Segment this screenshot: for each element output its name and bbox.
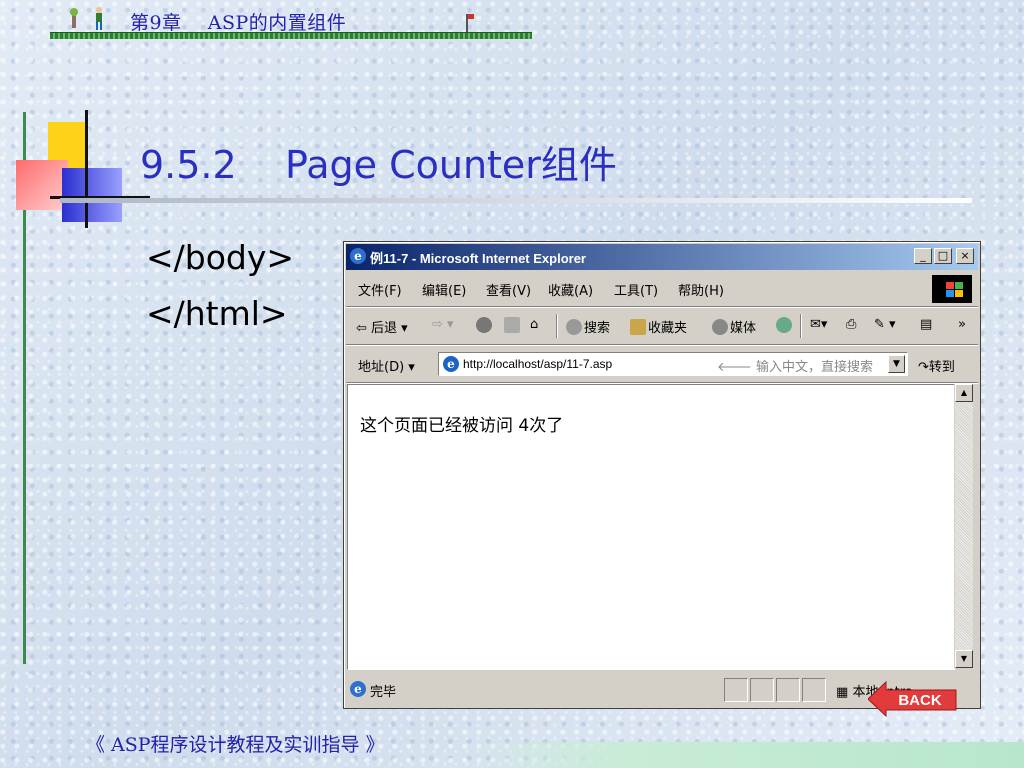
back-button[interactable]: BACK (867, 680, 958, 718)
refresh-icon (504, 317, 520, 333)
local-intranet-icon: ▦ (836, 685, 849, 700)
go-button[interactable]: ↷转到 (918, 356, 955, 375)
search-button-label: 搜索 (584, 321, 611, 336)
status-pane (802, 678, 826, 702)
header-grass-divider (50, 32, 532, 39)
toolbar-overflow-button[interactable]: » (958, 317, 966, 332)
title-underline (60, 198, 972, 203)
ie-app-icon: e (350, 248, 366, 264)
home-button[interactable]: ⌂ (530, 317, 538, 332)
menu-bar: 文件(F) 编辑(E) 查看(V) 收藏(A) 工具(T) 帮助(H) (346, 272, 978, 307)
stop-button[interactable] (476, 317, 494, 334)
golfer-icon (92, 6, 104, 32)
history-icon (776, 317, 792, 333)
discuss-icon: ▤ (920, 317, 933, 332)
code-line-html: </html> (146, 294, 288, 333)
home-icon: ⌂ (530, 317, 539, 332)
footer-book-title: 《 ASP程序设计教程及实训指导 》 (86, 734, 385, 756)
menu-view[interactable]: 查看(V) (486, 280, 531, 299)
menu-favorites[interactable]: 收藏(A) (548, 280, 593, 299)
browser-window: e 例11-7 - Microsoft Internet Explorer _ … (343, 241, 981, 709)
edit-icon: ✎ ▾ (874, 317, 896, 332)
mail-button[interactable]: ✉▾ (810, 317, 827, 332)
address-dropdown-button[interactable]: ▼ (888, 355, 905, 373)
discuss-button[interactable]: ▤ (920, 317, 932, 332)
menu-file[interactable]: 文件(F) (358, 280, 402, 299)
toolbar-separator (800, 314, 801, 338)
footer-green-bar (460, 742, 1024, 768)
media-button-label: 媒体 (730, 321, 757, 336)
address-url: http://localhost/asp/11-7.asp (463, 357, 613, 371)
window-title: 例11-7 - Microsoft Internet Explorer (370, 251, 586, 266)
scroll-down-button[interactable]: ▼ (955, 650, 973, 668)
media-button[interactable]: 媒体 (712, 317, 756, 336)
favorites-button-label: 收藏夹 (648, 321, 688, 336)
page-ie-icon: e (443, 356, 459, 372)
go-button-label: 转到 (928, 360, 955, 375)
search-button[interactable]: 搜索 (566, 317, 610, 336)
address-bar: 地址(D) ▾ e http://localhost/asp/11-7.asp … (346, 346, 978, 383)
status-ie-icon: e (350, 681, 366, 697)
code-line-body: </body> (146, 238, 295, 277)
address-input[interactable]: e http://localhost/asp/11-7.asp 🡐 输入中文，直… (438, 352, 908, 376)
favorites-icon (630, 319, 646, 335)
cross-vertical (85, 110, 88, 228)
menu-help[interactable]: 帮助(H) (678, 280, 724, 299)
address-label-text: 地址(D) (358, 360, 405, 375)
vertical-scrollbar[interactable]: ▲ ▼ (954, 384, 973, 668)
browser-titlebar[interactable]: e 例11-7 - Microsoft Internet Explorer _ … (346, 244, 978, 270)
search-icon (566, 319, 582, 335)
refresh-button[interactable] (504, 317, 522, 334)
favorites-button[interactable]: 收藏夹 (630, 317, 687, 336)
chapter-header: 第9章 ASP的内置组件 (130, 12, 347, 34)
menu-edit[interactable]: 编辑(E) (422, 280, 466, 299)
toolbar-separator (556, 314, 557, 338)
edit-button[interactable]: ✎ ▾ (874, 317, 896, 332)
media-icon (712, 319, 728, 335)
scroll-up-button[interactable]: ▲ (955, 384, 973, 402)
back-nav-button[interactable]: ⇦ 后退 ▾ (356, 317, 408, 336)
status-pane (724, 678, 748, 702)
print-button[interactable]: ⎙ (846, 317, 856, 332)
status-text: 完毕 (370, 685, 397, 700)
back-nav-label: ⇦ 后退 (356, 321, 398, 336)
slide-title: 9.5.2 Page Counter组件 (140, 143, 617, 187)
menu-tools[interactable]: 工具(T) (614, 280, 658, 299)
visit-count-text: 这个页面已经被访问 4次了 (360, 416, 564, 436)
mail-icon: ✉▾ (810, 317, 828, 332)
go-icon: ↷ (918, 360, 929, 375)
address-search-hint: 🡐 输入中文，直接搜索 (717, 360, 873, 375)
flag-icon (466, 14, 474, 32)
status-pane (776, 678, 800, 702)
blue-square (62, 168, 122, 222)
forward-button[interactable]: ⇨ ▾ (432, 317, 454, 332)
windows-logo-icon (932, 275, 972, 303)
status-pane (750, 678, 774, 702)
cartoon-figure-icon (68, 6, 80, 32)
history-button[interactable] (776, 317, 794, 334)
page-content: 这个页面已经被访问 4次了 (347, 384, 955, 670)
back-button-label: BACK (898, 692, 941, 709)
address-label[interactable]: 地址(D) ▾ (358, 356, 415, 375)
stop-icon (476, 317, 492, 333)
standard-toolbar: ⇦ 后退 ▾ ⇨ ▾ ⌂ 搜索 收藏夹 媒体 ✉▾ ⎙ ✎ ▾ ▤ » (346, 308, 978, 345)
close-button[interactable]: × (956, 248, 974, 264)
minimize-button[interactable]: _ (914, 248, 932, 264)
print-icon: ⎙ (846, 317, 857, 332)
maximize-button[interactable]: □ (934, 248, 952, 264)
